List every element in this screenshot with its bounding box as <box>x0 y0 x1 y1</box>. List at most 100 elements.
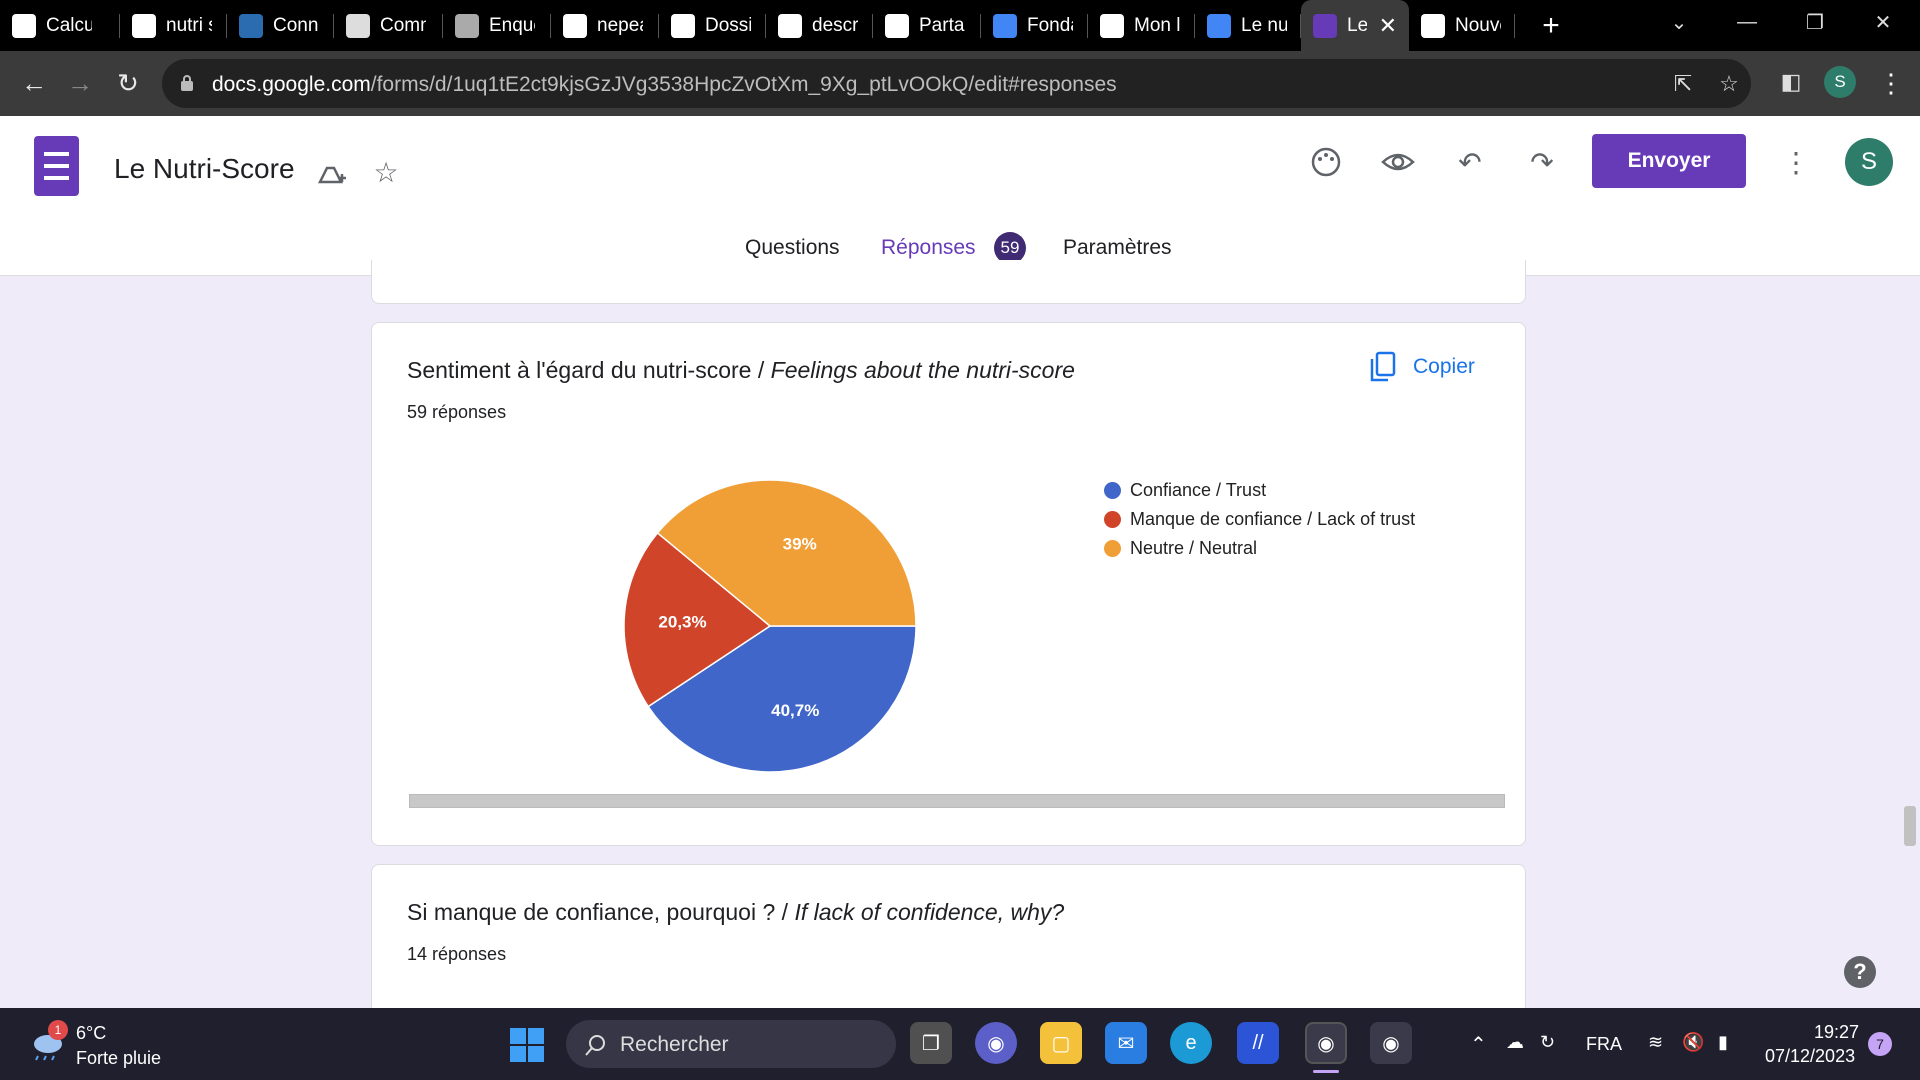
minimize-button[interactable]: — <box>1710 0 1784 44</box>
url-text: docs.google.com/forms/d/1uq1tE2ct9kjsGzJ… <box>212 73 1117 96</box>
task-view-icon[interactable]: ❐ <box>910 1022 952 1064</box>
share-icon[interactable]: ⇱ <box>1670 71 1696 97</box>
browser-tab[interactable]: Partag <box>873 0 981 51</box>
pie-slice-label: 40,7% <box>771 701 819 720</box>
weather-desc: Forte pluie <box>76 1048 162 1068</box>
pie-slice-label: 20,3% <box>658 612 706 631</box>
browser-tab[interactable]: descri <box>766 0 873 51</box>
undo-icon[interactable]: ↶ <box>1452 144 1488 180</box>
browser-profile-avatar[interactable]: S <box>1824 66 1856 98</box>
browser-tab[interactable]: Calcul <box>0 0 120 51</box>
legend-swatch <box>1104 511 1121 528</box>
close-window-button[interactable]: ✕ <box>1846 0 1920 44</box>
google-icon <box>778 13 802 38</box>
legend-swatch <box>1104 482 1121 499</box>
tab-title: Comm <box>380 14 426 36</box>
show-hidden-icons[interactable]: ⌃ <box>1470 1032 1487 1057</box>
notification-badge[interactable]: 7 <box>1868 1032 1892 1056</box>
url-bar[interactable]: docs.google.com/forms/d/1uq1tE2ct9kjsGzJ… <box>162 59 1751 108</box>
question-title-2: Si manque de confiance, pourquoi ? / If … <box>407 899 1065 925</box>
lock-icon <box>181 75 193 91</box>
battery-icon[interactable]: ▮ <box>1718 1032 1728 1053</box>
teams-chat-icon[interactable]: ◉ <box>975 1022 1017 1064</box>
question-title: Sentiment à l'égard du nutri-score / Fee… <box>407 357 1075 383</box>
browser-tab[interactable]: Conna <box>227 0 334 51</box>
legend-item[interactable]: Manque de confiance / Lack of trust <box>1104 505 1415 534</box>
help-icon[interactable]: ? <box>1844 956 1876 988</box>
sync-icon[interactable]: ↻ <box>1540 1032 1555 1053</box>
browser-tab[interactable]: Comm <box>334 0 443 51</box>
tab-settings[interactable]: Paramètres <box>1063 236 1172 260</box>
response-count-2: 14 réponses <box>407 944 507 964</box>
more-options-icon[interactable]: ⋮ <box>1778 144 1814 180</box>
chrome-taskbar-icon[interactable]: ◉ <box>1370 1022 1412 1064</box>
browser-tab[interactable]: Le nut <box>1195 0 1301 51</box>
previous-question-card <box>371 260 1526 304</box>
browser-tab-strip: Calcul nutri s Conna Comm Enquê nepea Dossie de… <box>0 0 1920 51</box>
clock-date[interactable]: 07/12/2023 <box>1765 1046 1855 1067</box>
copy-icon <box>1370 351 1396 382</box>
file-explorer-icon[interactable]: ▢ <box>1040 1022 1082 1064</box>
restore-button[interactable]: ❐ <box>1778 0 1852 44</box>
onedrive-icon[interactable]: ☁ <box>1506 1032 1524 1053</box>
taskbar-search[interactable]: Rechercher <box>566 1020 896 1068</box>
tab-separator <box>1514 14 1515 38</box>
windows-start-icon[interactable] <box>510 1028 544 1062</box>
tab-questions[interactable]: Questions <box>745 236 840 260</box>
chatgpt-icon <box>12 13 36 38</box>
form-title[interactable]: Le Nutri-Score <box>114 153 295 185</box>
volume-muted-icon[interactable]: 🔇 <box>1682 1032 1704 1053</box>
browser-menu-icon[interactable]: ⋮ <box>1878 68 1904 99</box>
redo-icon[interactable]: ↷ <box>1524 144 1560 180</box>
search-placeholder: Rechercher <box>620 1033 729 1056</box>
preview-eye-icon[interactable] <box>1380 144 1416 180</box>
e-icon <box>239 13 263 38</box>
customize-theme-palette-icon[interactable] <box>1308 144 1344 180</box>
send-button[interactable]: Envoyer <box>1592 134 1746 188</box>
new-tab-button[interactable]: + <box>1531 9 1571 43</box>
address-bar-row: ← → ↻ docs.google.com/forms/d/1uq1tE2ct9… <box>0 51 1920 116</box>
reload-icon[interactable]: ↻ <box>110 65 146 101</box>
mail-icon[interactable]: ✉ <box>1105 1022 1147 1064</box>
google-icon <box>563 13 587 38</box>
legend-label: Manque de confiance / Lack of trust <box>1130 509 1416 529</box>
browser-tab[interactable]: Enquê <box>443 0 551 51</box>
browser-tab[interactable]: Mon l <box>1088 0 1195 51</box>
tab-search-icon[interactable]: ⌄ <box>1642 0 1716 44</box>
edge-browser-icon[interactable]: e <box>1170 1022 1212 1064</box>
question-summary-card <box>371 322 1526 846</box>
star-icon[interactable]: ☆ <box>368 154 404 190</box>
legend-label: Confiance / Trust <box>1130 480 1267 500</box>
browser-tab[interactable]: Dossie <box>659 0 766 51</box>
wifi-icon[interactable]: ≋ <box>1648 1032 1663 1053</box>
horizontal-scrollbar[interactable] <box>409 794 1505 808</box>
legend-item[interactable]: Neutre / Neutral <box>1104 534 1415 563</box>
pie-chart: 40,7% 20,3% 39% <box>623 479 917 773</box>
forward-icon[interactable]: → <box>62 65 98 101</box>
chart-legend: Confiance / Trust Manque de confiance / L… <box>1104 476 1415 563</box>
browser-tab[interactable]: Nouve <box>1409 0 1515 51</box>
chrome-icon <box>1421 13 1445 38</box>
browser-tab[interactable]: nutri s <box>120 0 227 51</box>
back-icon[interactable]: ← <box>16 65 52 101</box>
clock-time[interactable]: 19:27 <box>1814 1022 1859 1043</box>
browser-tab[interactable]: nepea <box>551 0 659 51</box>
account-avatar[interactable]: S <box>1845 138 1893 186</box>
active-app-indicator <box>1313 1070 1339 1073</box>
browser-tab[interactable]: Fonda <box>981 0 1088 51</box>
move-to-drive-icon[interactable] <box>314 154 350 190</box>
close-tab-icon[interactable]: ✕ <box>1379 13 1397 39</box>
language-indicator[interactable]: FRA <box>1586 1034 1622 1055</box>
browser-tab[interactable]: Le ✕ <box>1301 0 1409 51</box>
tab-responses[interactable]: Réponses <box>881 236 976 260</box>
side-panel-icon[interactable]: ◧ <box>1778 69 1804 95</box>
legend-item[interactable]: Confiance / Trust <box>1104 476 1415 505</box>
google-forms-logo-icon[interactable] <box>34 136 79 196</box>
copy-chart-button[interactable]: Copier <box>1369 351 1475 383</box>
app-icon[interactable]: // <box>1237 1022 1279 1064</box>
response-count: 59 réponses <box>407 402 507 422</box>
drive-icon <box>885 13 909 38</box>
bookmark-star-icon[interactable]: ☆ <box>1716 71 1742 97</box>
page-scrollbar-thumb[interactable] <box>1904 806 1916 846</box>
chrome-taskbar-icon-active[interactable]: ◉ <box>1305 1022 1347 1064</box>
